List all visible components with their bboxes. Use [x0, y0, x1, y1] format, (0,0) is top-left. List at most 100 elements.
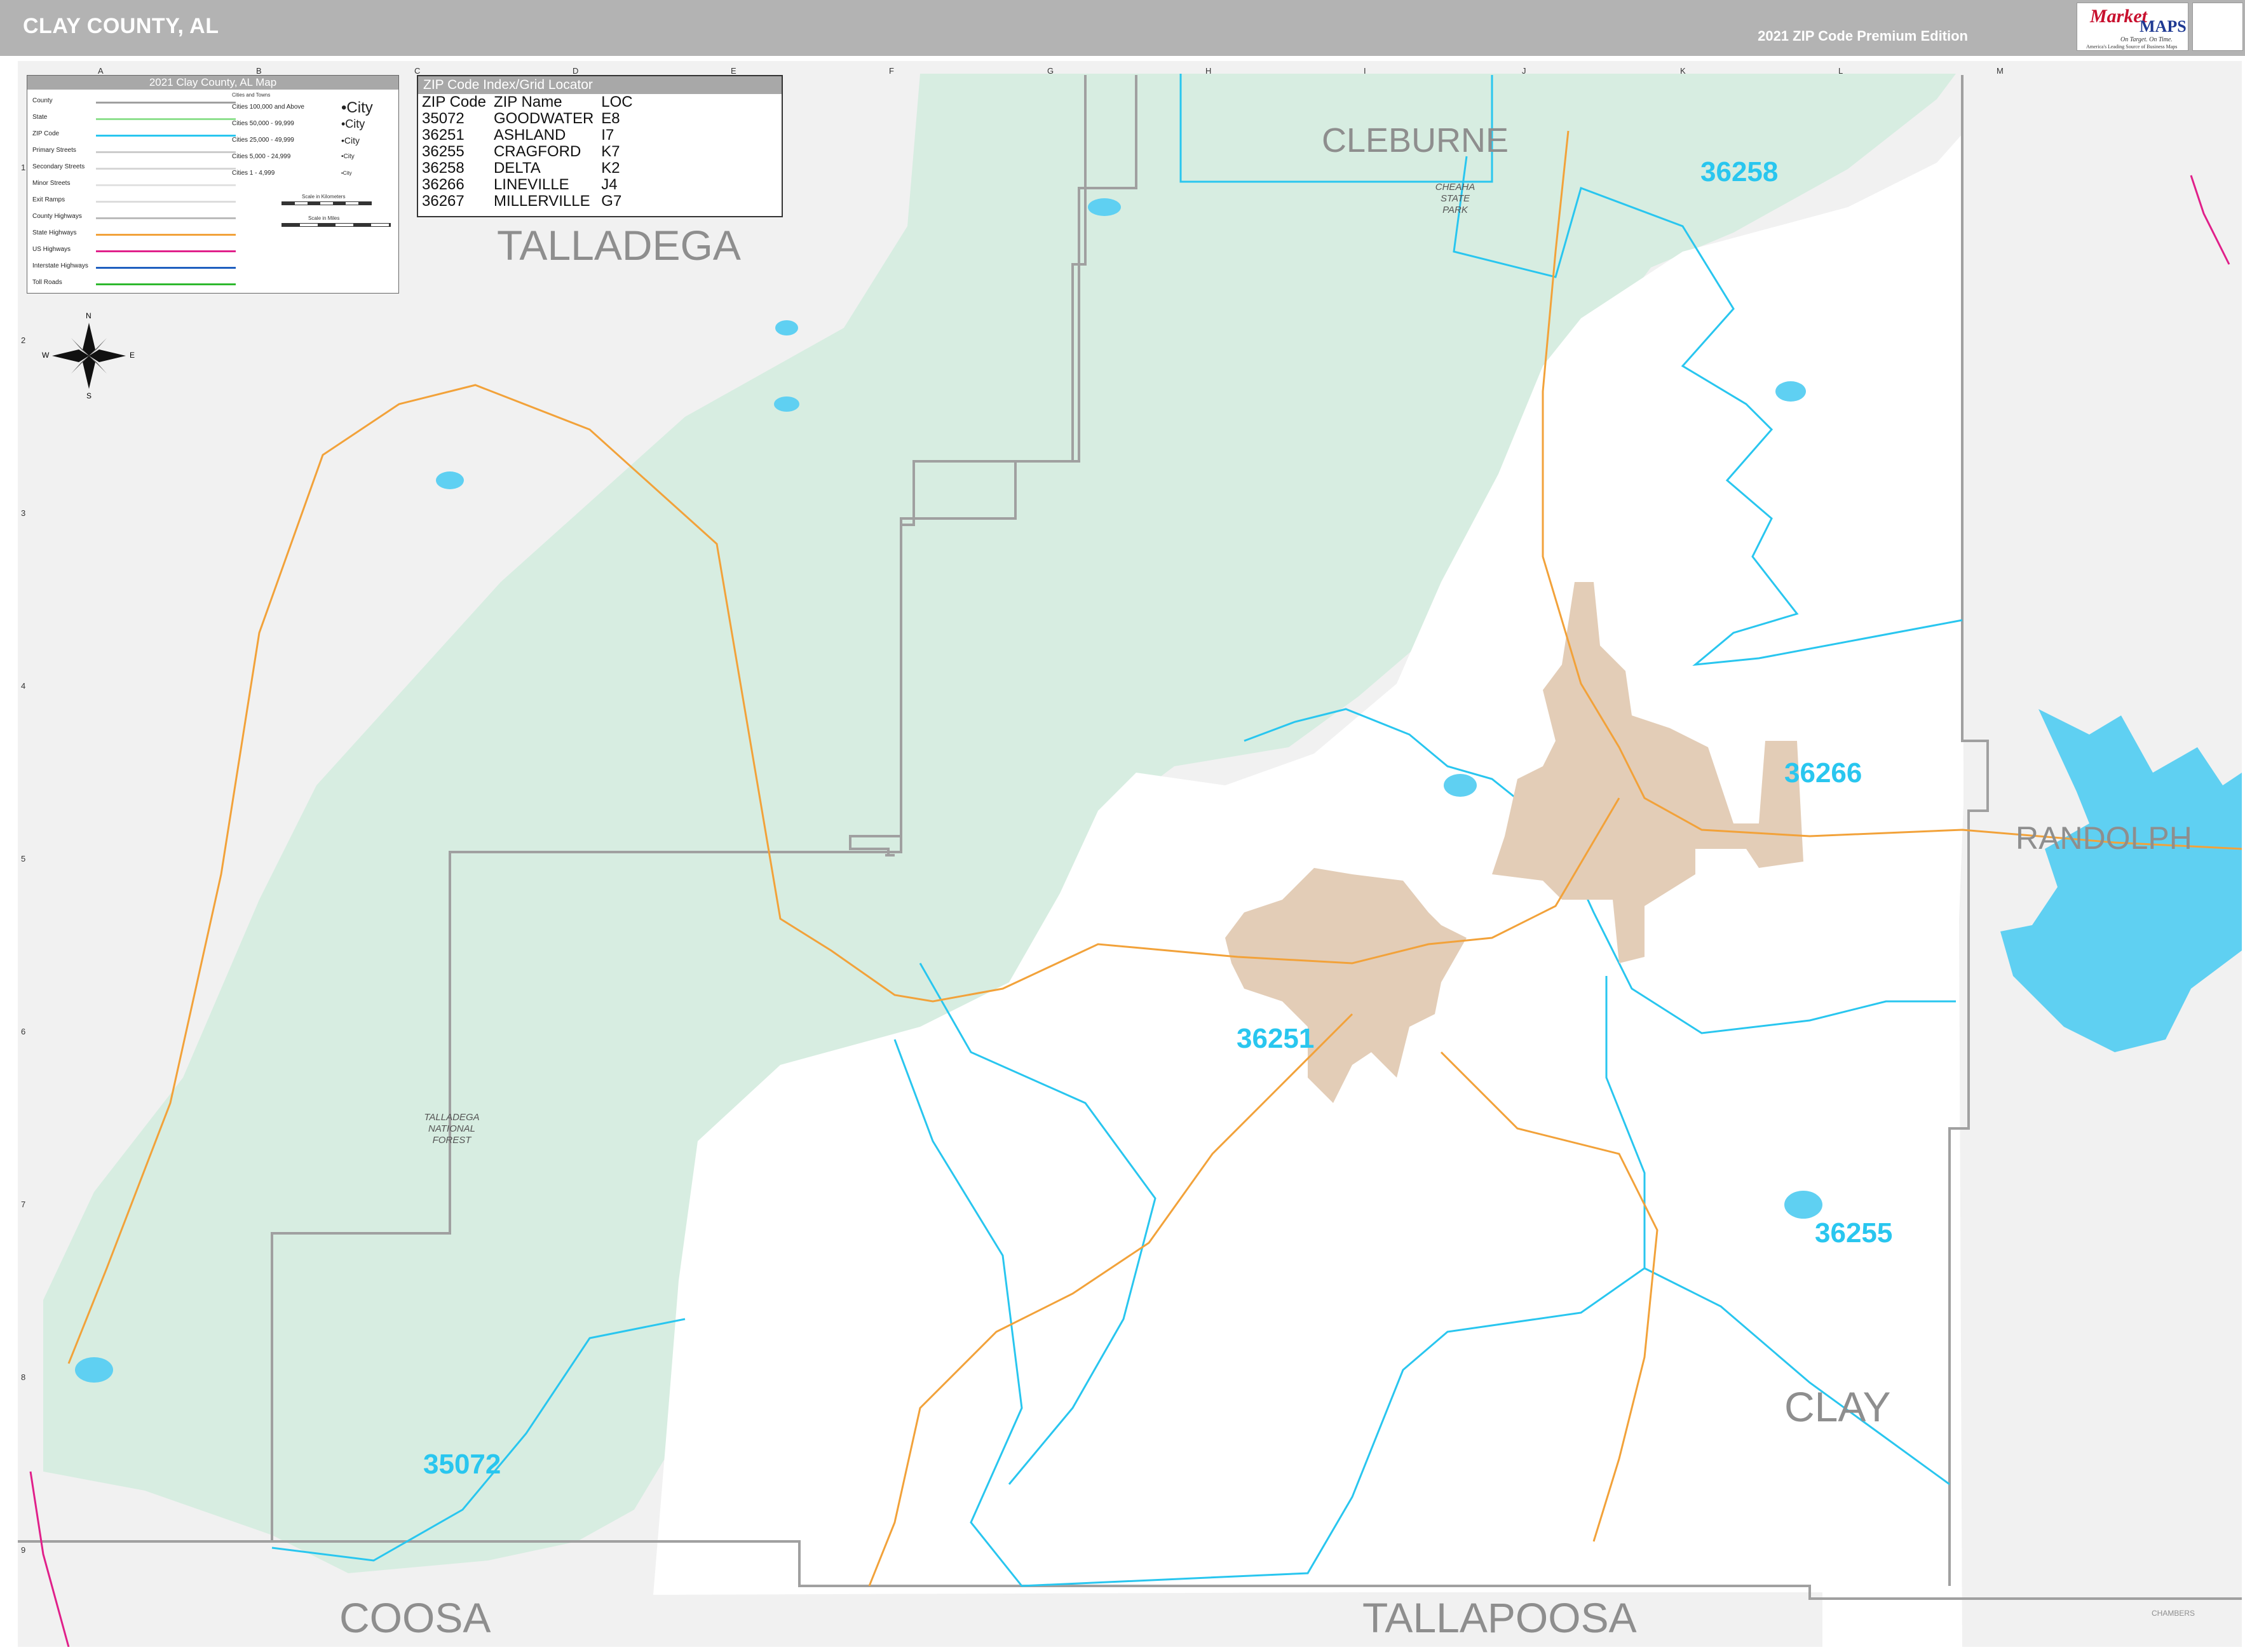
table-row: 35072 GOODWATER E8 [421, 111, 639, 127]
legend-item-label: County [32, 97, 53, 104]
legend-item-label: Primary Streets [32, 147, 76, 154]
legend-city-size-example: •City [341, 135, 360, 146]
zip-loc-cell: J4 [601, 176, 618, 193]
logo-tagline: On Target. On Time. [2120, 36, 2173, 43]
zip-index-header-row: ZIP Code ZIP Name LOC [421, 94, 639, 111]
legend-city-size-example: •City [341, 170, 352, 176]
zip-label-36255: 36255 [1815, 1217, 1893, 1249]
logo-brand-bottom: MAPS [2140, 17, 2187, 36]
legend-city-size-label: Cities 25,000 - 49,999 [232, 137, 294, 144]
legend-item-label: State Highways [32, 229, 77, 236]
grid-letter: B [256, 66, 262, 76]
legend-item-label: State [32, 114, 48, 121]
legend-city-size-example: •City [341, 153, 355, 160]
county-label-chambers: CHAMBERS [2152, 1609, 2195, 1618]
park-label: CHEAHA STATE PARK [1435, 182, 1475, 215]
county-label-cleburne: CLEBURNE [1322, 121, 1509, 159]
grid-letter: A [98, 66, 104, 76]
grid-letter: E [731, 66, 736, 76]
compass-west: W [42, 351, 50, 360]
legend-city-size-label: Cities 100,000 and Above [232, 104, 304, 111]
grid-letter: G [1047, 66, 1054, 76]
county-label-coosa: COOSA [339, 1594, 491, 1641]
legend-item-label: Minor Streets [32, 180, 71, 187]
compass-east: E [130, 351, 135, 360]
pond [1775, 381, 1806, 402]
legend-item-label: Secondary Streets [32, 163, 85, 170]
zip-code-cell: 36266 [422, 176, 465, 193]
legend-scale-km: Scale in Kilometers [302, 194, 346, 200]
zip-name-cell: ASHLAND [493, 126, 566, 144]
logo-subtitle: America's Leading Source of Business Map… [2086, 44, 2178, 50]
legend-item-swatch [96, 102, 236, 104]
grid-number: 6 [21, 1027, 26, 1036]
pond [1444, 774, 1477, 797]
legend-title: 2021 Clay County, AL Map [27, 76, 398, 90]
legend-item-label: Exit Ramps [32, 196, 65, 203]
legend-item-swatch [96, 283, 236, 285]
zip-index-table: ZIP Code ZIP Name LOC 35072 GOODWATER E8… [421, 94, 639, 210]
zip-name-cell: DELTA [493, 159, 541, 177]
compass-north: N [86, 311, 92, 320]
legend-item-swatch [96, 217, 236, 219]
pond [1088, 198, 1121, 216]
table-row: 36251 ASHLAND I7 [421, 127, 639, 144]
grid-letter: F [889, 66, 894, 76]
zip-loc-cell: G7 [601, 193, 622, 210]
zip-index-col-header: ZIP Name [493, 93, 562, 111]
legend-item-swatch [96, 118, 236, 120]
compass-south: S [86, 391, 92, 400]
market-maps-logo: Market MAPS On Target. On Time. America'… [2077, 3, 2188, 51]
grid-number: 5 [21, 854, 26, 863]
contact-box [2192, 3, 2243, 51]
legend-city-size-example: •City [341, 118, 365, 130]
forest-label: TALLADEGA NATIONAL FOREST [424, 1112, 480, 1146]
map-legend: 2021 Clay County, AL Map County State ZIP … [27, 75, 399, 294]
county-label-talladega: TALLADEGA [497, 222, 741, 269]
legend-item-swatch [96, 201, 236, 203]
compass-rose: N S W E [38, 311, 140, 400]
legend-city-size-label: Cities 1 - 4,999 [232, 170, 275, 177]
logo-brand-top: Market [2090, 6, 2147, 27]
zip-index-title: ZIP Code Index/Grid Locator [418, 76, 782, 94]
grid-number: 9 [21, 1545, 26, 1555]
table-row: 36266 LINEVILLE J4 [421, 177, 639, 193]
grid-number: 1 [21, 163, 26, 172]
legend-item-swatch [96, 151, 236, 153]
scale-bar-mi [281, 223, 391, 227]
legend-city-size-example: •City [341, 99, 373, 116]
zip-loc-cell: K2 [601, 159, 620, 177]
grid-number: 7 [21, 1200, 26, 1209]
zip-name-cell: GOODWATER [493, 110, 594, 127]
pond [436, 471, 464, 489]
county-label-clay: CLAY [1784, 1383, 1891, 1430]
zip-code-index: ZIP Code Index/Grid Locator ZIP Code ZIP… [417, 75, 783, 217]
zip-name-cell: CRAGFORD [493, 143, 581, 160]
zip-label-36258: 36258 [1700, 156, 1779, 187]
zip-label-36251: 36251 [1237, 1023, 1315, 1054]
county-label-tallapoosa: TALLAPOOSA [1362, 1594, 1637, 1641]
pond [1784, 1191, 1822, 1219]
table-row: 36258 DELTA K2 [421, 160, 639, 177]
table-row: 36267 MILLERVILLE G7 [421, 193, 639, 210]
scale-bar-km [281, 201, 372, 205]
legend-item-label: US Highways [32, 246, 71, 253]
grid-letter: J [1522, 66, 1526, 76]
legend-scale-mi: Scale in Miles [308, 215, 340, 221]
zip-code-cell: 36267 [422, 193, 465, 210]
grid-letter: M [1997, 66, 2004, 76]
grid-letter: D [573, 66, 579, 76]
grid-letter: K [1680, 66, 1686, 76]
legend-item-swatch [96, 267, 236, 269]
zip-code-cell: 35072 [422, 110, 465, 127]
legend-item-swatch [96, 168, 236, 170]
zip-code-cell: 36258 [422, 159, 465, 177]
compass-icon [52, 323, 126, 389]
map-page: CLAY COUNTY, AL 2021 ZIP Code Premium Ed… [0, 0, 2245, 1652]
edition-label: 2021 ZIP Code Premium Edition [1758, 28, 1968, 44]
grid-letter: L [1838, 66, 1843, 76]
zip-index-col-header: LOC [601, 93, 633, 111]
pond [75, 1357, 113, 1383]
legend-item-label: Toll Roads [32, 279, 62, 286]
map-canvas[interactable] [18, 61, 2242, 1647]
